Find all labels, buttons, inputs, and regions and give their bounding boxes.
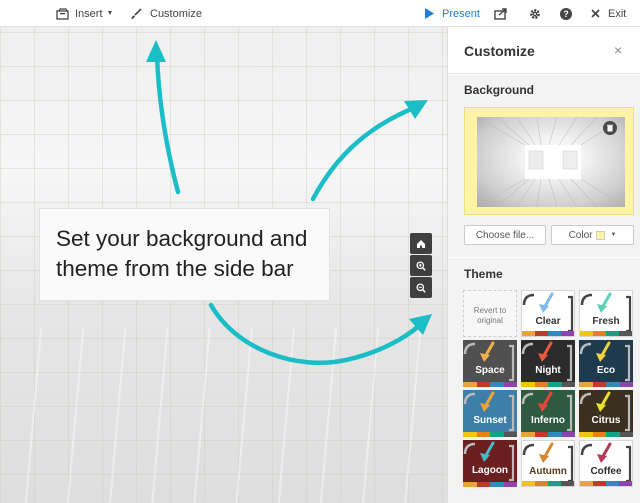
top-toolbar: Insert ▼ Customize Present ? Exit [0, 0, 640, 27]
theme-preview-icon [463, 391, 515, 432]
sidebar-header: Customize × [448, 27, 640, 74]
theme-color-strip [463, 432, 517, 437]
theme-tile-lagoon[interactable]: Lagoon [463, 440, 517, 487]
svg-text:?: ? [563, 9, 569, 19]
exit-button[interactable]: Exit [591, 0, 626, 27]
zoom-in-button[interactable] [410, 255, 432, 276]
zoom-in-icon [416, 260, 426, 271]
color-label: Color [568, 229, 593, 241]
revert-label: Revert to original [473, 306, 507, 325]
theme-tile-inferno[interactable]: Inferno [521, 390, 575, 437]
theme-tile-autumn[interactable]: Autumn [521, 440, 575, 487]
theme-preview-icon [463, 441, 515, 482]
help-button[interactable]: ? [560, 0, 572, 27]
close-icon [591, 9, 600, 18]
zoom-out-icon [416, 282, 426, 293]
theme-color-strip [579, 382, 633, 387]
theme-preview-icon [521, 391, 573, 432]
play-icon [424, 8, 434, 19]
theme-tile-eco[interactable]: Eco [579, 340, 633, 387]
theme-tile-label: Eco [596, 365, 616, 376]
theme-tile-label: Lagoon [471, 465, 509, 476]
present-button[interactable]: Present [424, 0, 480, 27]
theme-tile-label: Autumn [529, 466, 567, 477]
customize-label: Customize [150, 7, 202, 20]
present-label: Present [442, 7, 480, 20]
theme-tile-label: Sunset [473, 415, 507, 426]
theme-preview-icon [579, 341, 631, 382]
arrow-to-customize [154, 50, 181, 195]
share-icon [494, 7, 508, 20]
exit-label: Exit [608, 7, 627, 20]
theme-grid: Revert to original Clear Fresh Space Night E… [463, 290, 638, 503]
choose-file-label: Choose file... [475, 229, 535, 241]
theme-tile-clear[interactable]: Clear [521, 290, 575, 337]
background-section: Background Choose file... Color ▼ [448, 75, 640, 257]
theme-tile-space[interactable]: Space [463, 340, 517, 387]
theme-color-strip [579, 432, 633, 437]
sidebar-close-button[interactable]: × [614, 42, 622, 58]
chevron-down-icon: ▼ [610, 232, 617, 238]
theme-section: Theme Revert to original Clear Fresh Space… [448, 258, 640, 503]
theme-color-strip [580, 331, 632, 336]
theme-tile-night[interactable]: Night [521, 340, 575, 387]
theme-preview-icon [521, 341, 573, 382]
theme-tile-label: Fresh [592, 316, 620, 327]
trash-icon [607, 124, 613, 132]
theme-section-title: Theme [464, 267, 503, 281]
revert-to-original-button[interactable]: Revert to original [463, 290, 517, 337]
theme-tile-citrus[interactable]: Citrus [579, 390, 633, 437]
instruction-textbox[interactable]: Set your background and theme from the s… [39, 208, 330, 301]
background-section-title: Background [464, 83, 535, 97]
theme-color-strip [463, 482, 517, 487]
home-button[interactable] [410, 233, 432, 254]
background-preview[interactable] [464, 107, 634, 215]
insert-icon [56, 7, 70, 20]
brush-icon [130, 7, 142, 20]
theme-color-strip [522, 481, 574, 486]
theme-tile-label: Space [475, 365, 505, 376]
theme-tile-sunset[interactable]: Sunset [463, 390, 517, 437]
gear-icon [529, 8, 541, 20]
theme-tile-label: Inferno [531, 415, 565, 426]
theme-color-strip [521, 432, 575, 437]
color-swatch [596, 230, 606, 240]
theme-tile-fresh[interactable]: Fresh [579, 290, 633, 337]
instruction-text: Set your background and theme from the s… [56, 226, 308, 281]
arrow-to-background [310, 104, 419, 202]
customize-button[interactable]: Customize [130, 0, 202, 27]
insert-label: Insert [75, 7, 103, 20]
zoom-out-button[interactable] [410, 277, 432, 298]
customize-sidebar: Customize × Background Choose file... Co… [447, 27, 640, 503]
theme-preview-icon [463, 341, 515, 382]
chevron-down-icon: ▼ [106, 10, 114, 17]
theme-tile-label: Coffee [590, 466, 622, 477]
theme-color-strip [521, 382, 575, 387]
slide-canvas[interactable]: Set your background and theme from the s… [0, 27, 447, 503]
settings-button[interactable] [529, 0, 541, 27]
delete-background-button[interactable] [603, 121, 617, 135]
theme-tile-coffee[interactable]: Coffee [579, 440, 633, 487]
arrowhead-customize [146, 40, 166, 62]
share-button[interactable] [494, 0, 508, 27]
theme-tile-label: Citrus [591, 415, 621, 426]
theme-tile-label: Night [535, 365, 561, 376]
theme-tile-label: Clear [535, 316, 561, 327]
theme-color-strip [580, 481, 632, 486]
arrow-to-theme [208, 302, 423, 366]
theme-color-strip [463, 382, 517, 387]
zoom-controls [410, 233, 432, 299]
theme-color-strip [522, 331, 574, 336]
sidebar-title: Customize [464, 43, 535, 59]
choose-file-button[interactable]: Choose file... [464, 225, 546, 245]
home-icon [417, 239, 425, 248]
insert-menu-button[interactable]: Insert ▼ [56, 0, 113, 27]
help-icon: ? [560, 7, 572, 20]
theme-preview-icon [579, 391, 631, 432]
color-picker-button[interactable]: Color ▼ [551, 225, 634, 245]
